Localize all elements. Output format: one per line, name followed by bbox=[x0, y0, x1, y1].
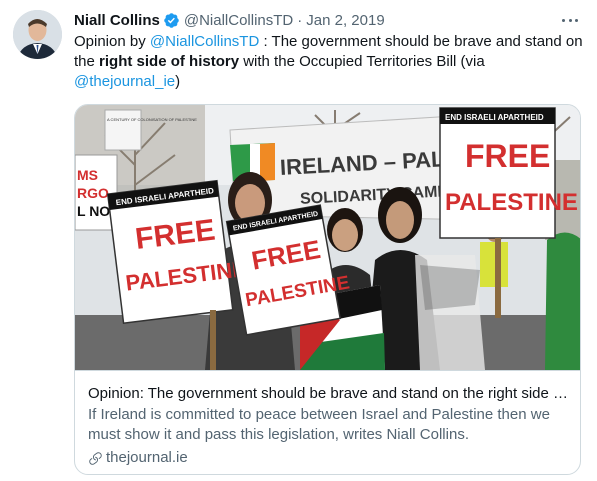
card-title[interactable]: Opinion: The government should be brave … bbox=[88, 384, 569, 404]
card-domain[interactable]: thejournal.ie bbox=[88, 448, 569, 468]
left-sign-line: RGO bbox=[77, 185, 109, 201]
mention-link[interactable]: @NiallCollinsTD bbox=[150, 33, 259, 50]
sign-line1: FREE bbox=[465, 138, 550, 174]
tweet-date[interactable]: Jan 2, 2019 bbox=[306, 12, 384, 29]
text-part: with the Occupied Territories Bill (via bbox=[239, 53, 485, 70]
author-handle[interactable]: @NiallCollinsTD bbox=[184, 12, 293, 29]
left-sign-line: MS bbox=[77, 167, 98, 183]
card-body[interactable]: Opinion: The government should be brave … bbox=[75, 370, 580, 474]
link-icon bbox=[89, 451, 102, 465]
card-domain-text[interactable]: thejournal.ie bbox=[106, 448, 188, 468]
mention-link[interactable]: @thejournal_ie bbox=[74, 73, 175, 90]
avatar-photo bbox=[13, 10, 62, 59]
back-sign-text: A CENTURY OF COLONISATION OF PALESTINE bbox=[107, 117, 197, 122]
protest-photo: IRELAND – PALESTINE SOLIDARITY CAMPAIGN … bbox=[75, 105, 580, 370]
more-dots-icon[interactable] bbox=[560, 12, 580, 28]
header-separator: · bbox=[297, 11, 303, 29]
text-part: Opinion by bbox=[74, 33, 150, 50]
sign-header: END ISRAELI APARTHEID bbox=[445, 113, 544, 122]
tweet-header: Niall Collins @NiallCollinsTD · Jan 2, 2… bbox=[74, 10, 557, 30]
sign-line2: PALESTINE bbox=[445, 189, 578, 216]
tweet-text: Opinion by @NiallCollinsTD : The governm… bbox=[74, 32, 584, 92]
card-description: If Ireland is committed to peace between… bbox=[88, 406, 550, 443]
author-name[interactable]: Niall Collins bbox=[74, 12, 160, 29]
avatar[interactable] bbox=[13, 10, 62, 59]
tweet[interactable]: Niall Collins @NiallCollinsTD · Jan 2, 2… bbox=[0, 0, 597, 481]
verified-badge-icon bbox=[164, 12, 179, 28]
link-card[interactable]: IRELAND – PALESTINE SOLIDARITY CAMPAIGN … bbox=[74, 104, 581, 475]
text-part: ) bbox=[175, 73, 181, 90]
card-image[interactable]: IRELAND – PALESTINE SOLIDARITY CAMPAIGN … bbox=[75, 105, 580, 370]
text-bold: right side of history bbox=[99, 53, 240, 70]
